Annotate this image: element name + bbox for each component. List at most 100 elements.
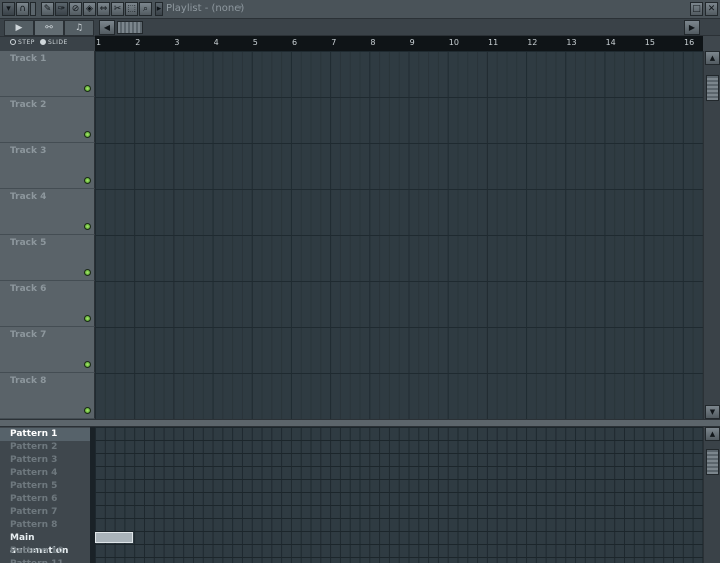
- ruler-bar-number: 9: [409, 38, 415, 47]
- slide-label: SLIDE: [48, 39, 68, 46]
- pattern-item[interactable]: Pattern 4: [0, 467, 90, 480]
- scroll-up-icon[interactable]: ▲: [705, 51, 720, 65]
- zoom-icon[interactable]: ⌕: [139, 2, 152, 16]
- track-header[interactable]: Track 8: [0, 373, 95, 419]
- automation-icon: ⚯: [45, 23, 53, 33]
- step-label: STEP: [18, 39, 35, 46]
- ruler-bar-number: 7: [331, 38, 337, 47]
- pattern-item[interactable]: Pattern 1: [0, 428, 90, 441]
- ruler-bar-number: 1: [96, 38, 102, 47]
- track-header[interactable]: Track 7: [0, 327, 95, 373]
- select-icon[interactable]: ⬚: [125, 2, 138, 16]
- mode-bar: STEP SLIDE: [0, 36, 95, 51]
- pattern-grid[interactable]: [95, 427, 703, 563]
- ruler-bar-number: 14: [605, 38, 616, 47]
- scroll-down-icon[interactable]: ▼: [705, 405, 720, 419]
- playlist-window: ▾ ∩ ✎ ✑ ⊘ ◈ ⇔ ✂ ⬚ ⌕ ▸ Playlist - (none) …: [0, 0, 720, 563]
- track-enable-led-icon[interactable]: [84, 269, 91, 276]
- vertical-scrollbar-top[interactable]: ▲ ▼: [703, 51, 720, 419]
- ruler-bar-number: 12: [527, 38, 538, 47]
- track-name: Track 7: [10, 330, 47, 340]
- pattern-item[interactable]: Pattern 6: [0, 493, 90, 506]
- pane-divider[interactable]: [0, 419, 720, 427]
- scroll-thumb[interactable]: [117, 21, 143, 34]
- pattern-item[interactable]: Pattern 11: [0, 558, 90, 563]
- magnet-icon[interactable]: ∩: [16, 2, 29, 16]
- view-tabs: ▶ ⚯ ♫: [0, 19, 95, 36]
- window-title: Playlist - (none): [166, 3, 245, 14]
- scroll-thumb[interactable]: [706, 75, 719, 101]
- pattern-item[interactable]: Pattern 2: [0, 441, 90, 454]
- ruler-bar-number: 2: [135, 38, 141, 47]
- track-header[interactable]: Track 5: [0, 235, 95, 281]
- slide-mode-radio[interactable]: SLIDE: [40, 39, 68, 46]
- close-icon[interactable]: ✕: [705, 2, 718, 16]
- pattern-icon: ▶: [15, 23, 23, 33]
- tab-pattern[interactable]: ▶: [4, 20, 34, 36]
- track-header[interactable]: Track 6: [0, 281, 95, 327]
- track-enable-led-icon[interactable]: [84, 361, 91, 368]
- pattern-item[interactable]: Main automation: [0, 532, 90, 556]
- track-name: Track 1: [10, 54, 47, 64]
- track-enable-led-icon[interactable]: [84, 223, 91, 230]
- automation-clip[interactable]: [95, 532, 133, 543]
- track-enable-led-icon[interactable]: [84, 177, 91, 184]
- ruler-bar-number: 3: [174, 38, 180, 47]
- paint-icon[interactable]: ✑: [55, 2, 68, 16]
- pattern-list: Pattern 1 Pattern 2 Pattern 3 Pattern 4 Patt…: [0, 427, 90, 563]
- ruler-bar-number: 15: [644, 38, 655, 47]
- ruler-bar-number: 6: [292, 38, 298, 47]
- pattern-item[interactable]: Pattern 8: [0, 519, 90, 532]
- radio-icon: [40, 39, 46, 45]
- timeline-ruler[interactable]: 1 2 3 4 5 6 7 8 9 10 11 12 13 14 15 16: [95, 36, 703, 51]
- track-enable-led-icon[interactable]: [84, 315, 91, 322]
- ruler-bar-number: 11: [488, 38, 499, 47]
- ruler-bar-number: 8: [370, 38, 376, 47]
- mute-icon[interactable]: ◈: [83, 2, 96, 16]
- track-name: Track 3: [10, 146, 47, 156]
- slip-icon[interactable]: ⇔: [97, 2, 110, 16]
- scroll-left-icon[interactable]: ◀: [99, 20, 115, 35]
- track-enable-led-icon[interactable]: [84, 85, 91, 92]
- delete-icon[interactable]: ⊘: [69, 2, 82, 16]
- track-name: Track 2: [10, 100, 47, 110]
- draw-icon[interactable]: ✎: [41, 2, 54, 16]
- maximize-icon[interactable]: □: [690, 2, 703, 16]
- track-header[interactable]: Track 1: [0, 51, 95, 97]
- pattern-item[interactable]: Pattern 10: [0, 545, 90, 558]
- ruler-bar-number: 5: [252, 38, 258, 47]
- playlist-grid[interactable]: [95, 51, 703, 419]
- track-header[interactable]: Track 3: [0, 143, 95, 189]
- audio-icon: ♫: [74, 23, 84, 33]
- tab-audio[interactable]: ♫: [64, 20, 94, 36]
- radio-icon: [10, 39, 16, 45]
- scroll-thumb[interactable]: [706, 449, 719, 475]
- ruler-bar-number: 16: [684, 38, 695, 47]
- scroll-up-icon[interactable]: ▲: [705, 427, 720, 441]
- play-icon[interactable]: ▸: [155, 2, 163, 16]
- tab-automation[interactable]: ⚯: [34, 20, 64, 36]
- track-name: Track 5: [10, 238, 47, 248]
- horizontal-scrollbar[interactable]: ◀ ▶: [95, 19, 720, 36]
- ruler-bar-number: 4: [213, 38, 219, 47]
- title-dropdown-icon[interactable]: ▾: [238, 3, 242, 12]
- pattern-item[interactable]: Pattern 7: [0, 506, 90, 519]
- ruler-bar-number: 13: [566, 38, 577, 47]
- playlist-toolbar: ▾ ∩ ✎ ✑ ⊘ ◈ ⇔ ✂ ⬚ ⌕ ▸ Playlist - (none) …: [0, 0, 720, 19]
- pattern-item[interactable]: Pattern 5: [0, 480, 90, 493]
- track-enable-led-icon[interactable]: [84, 407, 91, 414]
- track-name: Track 8: [10, 376, 47, 386]
- slice-icon[interactable]: ✂: [111, 2, 124, 16]
- menu-icon[interactable]: ▾: [2, 2, 15, 16]
- pattern-item[interactable]: Pattern 3: [0, 454, 90, 467]
- scroll-right-icon[interactable]: ▶: [684, 20, 700, 35]
- track-header[interactable]: Track 4: [0, 189, 95, 235]
- track-list: Track 1 Track 2 Track 3 Track 4 Track 5 Track…: [0, 51, 95, 419]
- track-name: Track 6: [10, 284, 47, 294]
- ruler-bar-number: 10: [448, 38, 459, 47]
- track-enable-led-icon[interactable]: [84, 131, 91, 138]
- toolbar-separator: [30, 2, 36, 16]
- vertical-scrollbar-bottom[interactable]: ▲: [703, 427, 720, 563]
- track-header[interactable]: Track 2: [0, 97, 95, 143]
- step-mode-radio[interactable]: STEP: [10, 39, 35, 46]
